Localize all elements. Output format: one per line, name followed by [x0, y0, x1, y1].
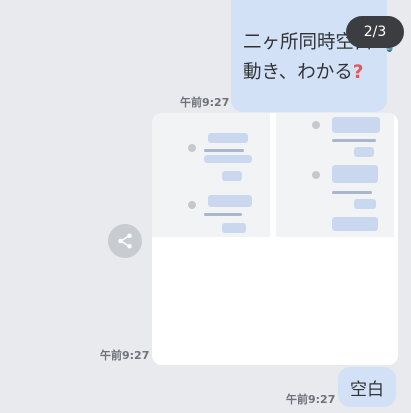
thumbnail-left	[152, 113, 270, 237]
thumb-bubble	[208, 195, 252, 207]
thumb-line	[204, 213, 242, 216]
thumb-line	[204, 149, 244, 152]
thumb-line	[332, 139, 376, 142]
thumb-bubble	[332, 217, 378, 231]
message-text-bottom: 空白	[350, 379, 384, 400]
thumb-bubble	[222, 223, 246, 233]
thumb-share-dot	[188, 201, 196, 209]
thumb-share-dot	[312, 171, 320, 179]
thumb-bubble	[222, 171, 242, 181]
thumb-bubble	[332, 117, 380, 133]
question-icon: ?	[352, 62, 364, 83]
thumb-bubble	[354, 199, 376, 209]
thumb-share-dot	[312, 121, 320, 129]
thumb-bubble	[204, 155, 252, 163]
share-button[interactable]	[108, 224, 142, 258]
thumb-bubble	[208, 133, 248, 143]
page-counter-badge: 2/3	[346, 16, 404, 48]
thumbnail-right	[276, 113, 394, 237]
image-blank-area	[152, 237, 398, 365]
timestamp: 午前9:27	[286, 393, 336, 406]
thumb-share-dot	[188, 144, 196, 152]
timestamp: 午前9:27	[180, 96, 230, 109]
thumb-line	[332, 191, 372, 194]
timestamp: 午前9:27	[100, 349, 150, 362]
thumb-bubble	[354, 147, 374, 157]
share-icon	[118, 233, 132, 249]
thumb-bubble	[332, 165, 378, 183]
image-message[interactable]	[152, 113, 398, 365]
